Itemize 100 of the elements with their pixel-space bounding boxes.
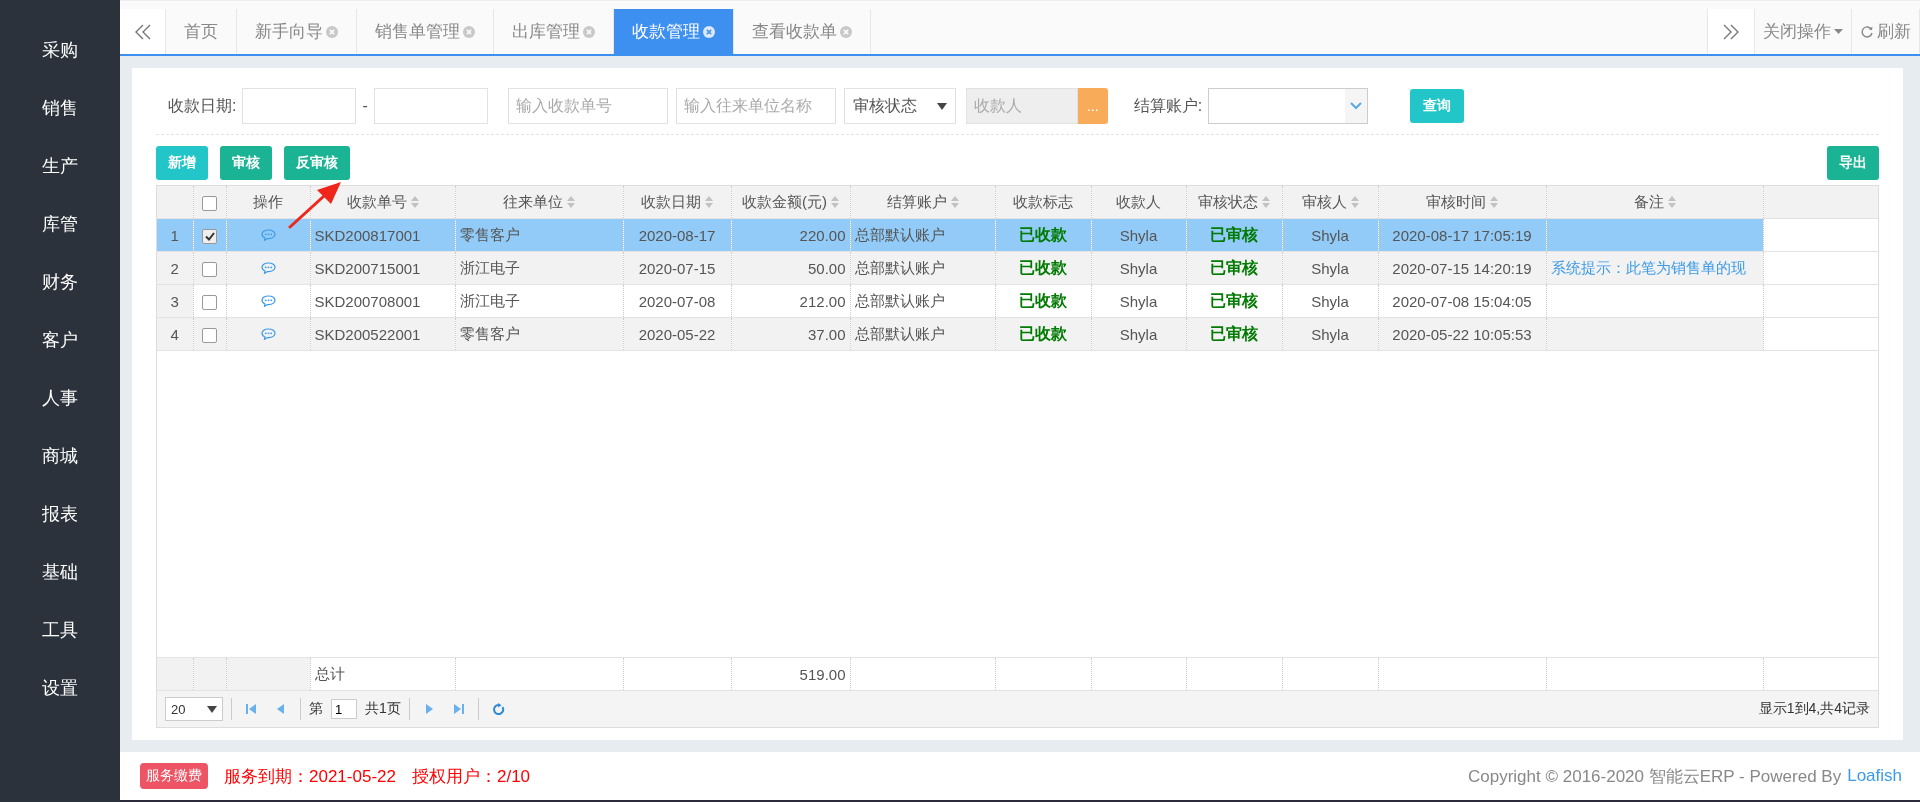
sidebar-item[interactable]: 人事 xyxy=(0,369,120,427)
page-size-select[interactable]: 20 xyxy=(165,697,223,721)
caret-icon xyxy=(1834,28,1843,35)
scroll-right-button[interactable] xyxy=(1707,9,1755,54)
table-cell: SKD200708001 xyxy=(314,292,421,310)
table-cell: SKD200715001 xyxy=(314,259,421,277)
sidebar-item[interactable]: 采购 xyxy=(0,21,120,79)
double-chevron-left-icon xyxy=(133,22,152,41)
licensed-users-text: 授权用户：2/10 xyxy=(411,765,531,788)
first-page-icon[interactable] xyxy=(245,703,257,715)
comment-icon[interactable] xyxy=(260,228,276,241)
table-cell: 已收款 xyxy=(1019,324,1067,342)
table-cell: 已审核 xyxy=(1210,324,1258,342)
table-cell: 已收款 xyxy=(1019,225,1067,243)
sidebar-item[interactable]: 库管 xyxy=(0,195,120,253)
table-cell: 2020-07-08 15:04:05 xyxy=(1392,292,1532,310)
close-icon[interactable] xyxy=(463,25,475,38)
row-number: 1 xyxy=(157,218,193,252)
audit-status-select[interactable]: 审核状态 xyxy=(843,88,956,124)
table-cell: Shyla xyxy=(1119,226,1158,244)
refresh-icon[interactable] xyxy=(491,702,505,716)
page-number-field[interactable]: 1 xyxy=(331,699,357,719)
table-cell: 零售客户 xyxy=(459,324,520,342)
copyright-text: Copyright © 2016-2020 智能云ERP - Powered By xyxy=(1468,765,1842,788)
sort-icon xyxy=(705,196,713,208)
table-cell: 2020-07-15 14:20:19 xyxy=(1392,259,1532,277)
table-cell: 零售客户 xyxy=(459,225,520,243)
close-icon[interactable] xyxy=(840,25,852,38)
table-cell: 总部默认账户 xyxy=(854,258,945,276)
sidebar-item[interactable]: 生产 xyxy=(0,137,120,195)
tab[interactable]: 首页 xyxy=(166,9,237,54)
page-total: 共1页 xyxy=(365,700,401,718)
table-cell: 2020-07-15 xyxy=(638,259,716,277)
sidebar-item[interactable]: 商城 xyxy=(0,427,120,485)
table-cell: 50.00 xyxy=(807,259,846,277)
close-icon[interactable] xyxy=(703,25,715,38)
row-checkbox[interactable] xyxy=(202,327,217,343)
date-label: 收款日期: xyxy=(168,95,237,116)
row-checkbox[interactable] xyxy=(202,261,217,277)
record-summary: 显示1到4,共4记录 xyxy=(1758,700,1870,718)
sort-icon xyxy=(950,196,959,208)
table-cell: Shyla xyxy=(1311,226,1349,244)
sidebar-item[interactable]: 客户 xyxy=(0,311,120,369)
row-checkbox[interactable] xyxy=(202,228,217,244)
tab[interactable]: 新手向导 xyxy=(237,9,357,54)
sidebar-item[interactable]: 基础 xyxy=(0,543,120,601)
table-cell: 212.00 xyxy=(799,292,846,310)
table-cell: 系统提示：此笔为销售单的现 xyxy=(1550,258,1746,276)
table-cell: 浙江电子 xyxy=(459,258,520,276)
table-cell: Shyla xyxy=(1311,292,1349,310)
sidebar-item[interactable]: 销售 xyxy=(0,79,120,137)
table-cell: 总部默认账户 xyxy=(854,324,945,342)
table-cell: 2020-08-17 xyxy=(638,226,716,244)
table-cell: 总部默认账户 xyxy=(854,225,945,243)
scroll-left-button[interactable] xyxy=(120,9,166,54)
previous-page-icon[interactable] xyxy=(275,703,287,715)
comment-icon[interactable] xyxy=(260,294,276,307)
sidebar-item[interactable]: 报表 xyxy=(0,485,120,543)
select-all-checkbox[interactable] xyxy=(202,195,217,211)
sort-icon xyxy=(410,196,419,208)
service-expiry-text: 服务到期：2021-05-22 xyxy=(224,765,396,788)
close-icon[interactable] xyxy=(326,25,338,38)
row-number: 4 xyxy=(157,317,193,351)
double-chevron-right-icon xyxy=(1722,22,1740,41)
account-label: 结算账户: xyxy=(1133,95,1203,116)
sidebar-item[interactable]: 财务 xyxy=(0,253,120,311)
table-cell: Shyla xyxy=(1311,259,1349,277)
table-cell: 2020-07-08 xyxy=(638,292,716,310)
table-cell: 已审核 xyxy=(1210,291,1258,309)
chevron-down-icon xyxy=(1350,102,1363,110)
last-page-icon[interactable] xyxy=(452,703,465,715)
date-from-field[interactable] xyxy=(242,88,357,124)
sort-icon xyxy=(1490,196,1498,208)
table-cell: Shyla xyxy=(1119,259,1158,277)
date-to-field[interactable] xyxy=(373,88,488,124)
table-cell: 已收款 xyxy=(1019,258,1067,276)
row-checkbox[interactable] xyxy=(202,294,217,310)
table-cell: Shyla xyxy=(1311,325,1349,343)
table-cell: Shyla xyxy=(1119,325,1158,343)
pointer-arrow xyxy=(288,181,342,229)
row-number: 3 xyxy=(157,284,193,318)
close-icon[interactable] xyxy=(583,25,595,38)
row-number: 2 xyxy=(157,251,193,285)
table-cell: 220.00 xyxy=(799,226,846,244)
sort-icon xyxy=(1667,196,1676,208)
partner-name-field[interactable]: 输入往来单位名称 xyxy=(675,88,836,124)
tab[interactable]: 销售单管理 xyxy=(357,9,494,54)
sidebar-item[interactable]: 工具 xyxy=(0,601,120,659)
caret-icon xyxy=(207,705,217,713)
comment-icon[interactable] xyxy=(260,327,276,340)
sort-icon xyxy=(1350,196,1359,208)
sidebar-item[interactable]: 设置 xyxy=(0,659,120,717)
page-prefix: 第 xyxy=(309,700,323,718)
account-select[interactable] xyxy=(1208,88,1369,124)
table-cell: 总部默认账户 xyxy=(854,291,945,309)
column-header[interactable]: 备注 xyxy=(1633,192,1676,212)
table-cell: 2020-05-22 10:05:53 xyxy=(1392,325,1532,343)
sort-icon xyxy=(1262,196,1270,208)
order-number-field[interactable]: 输入收款单号 xyxy=(507,88,668,124)
comment-icon[interactable] xyxy=(260,261,276,274)
